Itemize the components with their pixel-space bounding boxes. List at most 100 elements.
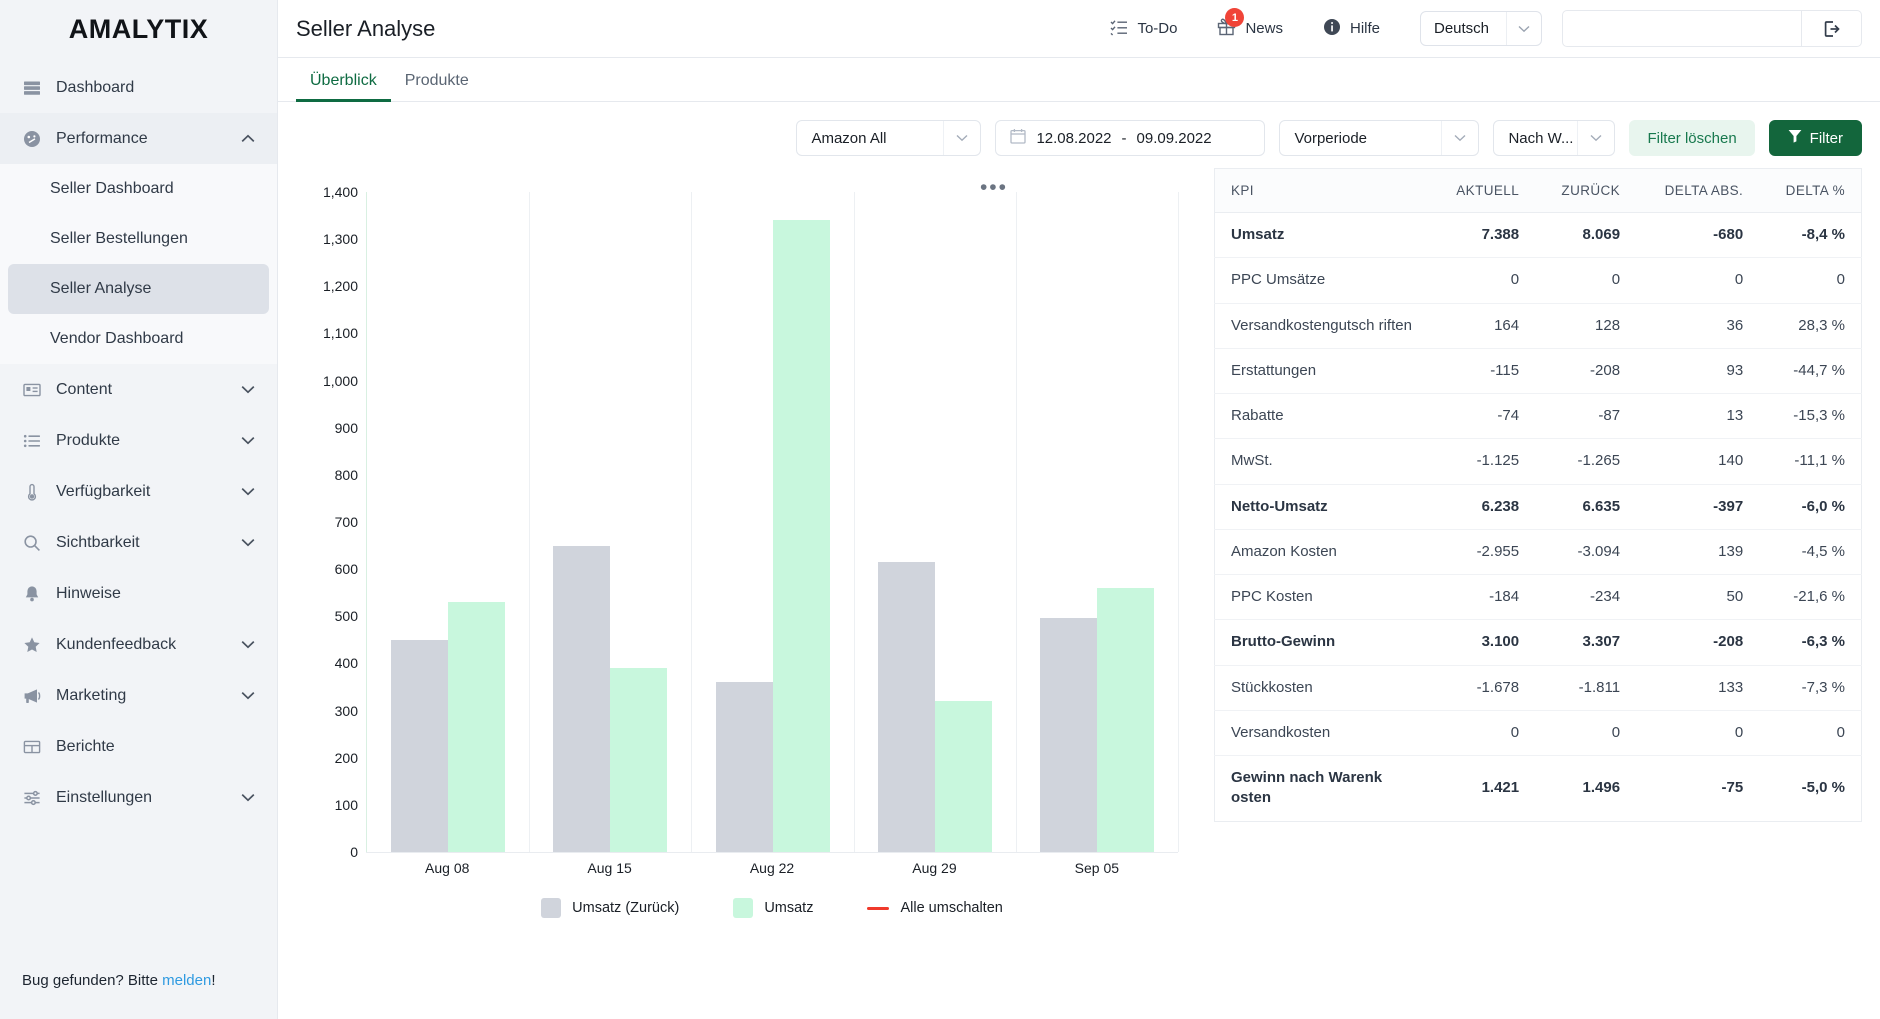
thermometer-icon: [22, 483, 42, 501]
sidebar-item-marketing[interactable]: Marketing: [0, 670, 277, 721]
table-row[interactable]: Amazon Kosten -2.955 -3.094 139 -4,5 %: [1214, 529, 1862, 576]
sidebar-item-berichte[interactable]: Berichte: [0, 721, 277, 772]
news-button[interactable]: 1 News: [1217, 8, 1283, 40]
legend-item[interactable]: Umsatz: [733, 898, 813, 918]
kpi-column-header[interactable]: ZURÜCK: [1535, 168, 1637, 213]
sidebar-item-dashboard[interactable]: Dashboard: [0, 62, 277, 113]
clear-filter-button[interactable]: Filter löschen: [1629, 120, 1755, 156]
kpi-name: PPC Kosten: [1214, 574, 1430, 621]
sidebar-item-seller-dashboard[interactable]: Seller Dashboard: [0, 164, 277, 214]
kpi-column-header[interactable]: DELTA %: [1759, 168, 1862, 213]
marketplace-select[interactable]: Amazon All: [796, 120, 982, 156]
bug-report-prefix: Bug gefunden? Bitte: [22, 972, 163, 989]
kpi-aktuell: -115: [1429, 348, 1536, 395]
sidebar-item-verf-gbarkeit[interactable]: Verfügbarkeit: [0, 466, 277, 517]
tab-label: Überblick: [310, 72, 377, 89]
table-row[interactable]: Stückkosten -1.678 -1.811 133 -7,3 %: [1214, 665, 1862, 711]
chevron-down-icon[interactable]: [241, 484, 255, 499]
kpi-delta-pct: 0: [1759, 710, 1862, 757]
logout-button[interactable]: [1802, 10, 1862, 47]
kpi-name: MwSt.: [1214, 438, 1430, 485]
contact-card-icon: [22, 381, 42, 399]
legend-label: Umsatz (Zurück): [572, 900, 680, 916]
chevron-down-icon[interactable]: [241, 637, 255, 652]
kpi-zurueck: 0: [1535, 710, 1637, 757]
language-select[interactable]: Deutsch: [1420, 11, 1542, 46]
chevron-down-icon[interactable]: [241, 382, 255, 397]
kpi-table: KPI AKTUELL ZURÜCK DELTA ABS. DELTA % Umsatz…: [1214, 168, 1862, 822]
info-icon: [1323, 18, 1341, 40]
kpi-delta-pct: -7,3 %: [1759, 665, 1862, 711]
bug-report-link[interactable]: melden: [162, 972, 211, 989]
sidebar-item-performance[interactable]: Performance: [0, 113, 277, 164]
sidebar-item-hinweise[interactable]: Hinweise: [0, 568, 277, 619]
sidebar-item-label: Produkte: [56, 431, 121, 449]
apply-filter-button[interactable]: Filter: [1768, 120, 1862, 156]
chevron-down-icon[interactable]: [241, 433, 255, 448]
table-row[interactable]: MwSt. -1.125 -1.265 140 -11,1 %: [1214, 438, 1862, 485]
kpi-name: Erstattungen: [1214, 348, 1430, 395]
table-row[interactable]: Versandkosten 0 0 0 0: [1214, 710, 1862, 757]
sidebar-item-produkte[interactable]: Produkte: [0, 415, 277, 466]
tab-produkte[interactable]: Produkte: [391, 72, 483, 101]
date-range-picker[interactable]: 12.08.2022 - 09.09.2022: [995, 120, 1266, 156]
sidebar-item-seller-bestellungen[interactable]: Seller Bestellungen: [0, 214, 277, 264]
compare-period-select[interactable]: Vorperiode: [1279, 120, 1480, 156]
sidebar-item-vendor-dashboard[interactable]: Vendor Dashboard: [0, 314, 277, 364]
x-axis-tick: Sep 05: [1074, 860, 1120, 876]
table-row[interactable]: Versandkostengutsch riften 164 128 36 28,3 %: [1214, 303, 1862, 349]
kpi-column-header[interactable]: DELTA ABS.: [1636, 168, 1760, 213]
chevron-down-icon[interactable]: [241, 688, 255, 703]
table-row[interactable]: Netto-Umsatz 6.238 6.635 -397 -6,0 %: [1214, 484, 1862, 530]
sidebar-item-einstellungen[interactable]: Einstellungen: [0, 772, 277, 823]
kpi-delta-pct: -21,6 %: [1759, 574, 1862, 621]
kpi-delta-pct: -44,7 %: [1759, 348, 1862, 395]
bar-umsatz[interactable]: [772, 220, 830, 852]
kpi-delta-abs: 93: [1636, 348, 1760, 395]
legend-swatch: [733, 898, 754, 918]
kpi-delta-abs: 139: [1636, 529, 1760, 576]
chevron-down-icon: [1506, 12, 1541, 45]
table-row[interactable]: PPC Kosten -184 -234 50 -21,6 %: [1214, 574, 1862, 621]
bar-umsatz-zurueck[interactable]: [715, 682, 773, 852]
news-badge: 1: [1225, 8, 1245, 27]
bar-umsatz-zurueck[interactable]: [391, 639, 449, 852]
table-row[interactable]: Umsatz 7.388 8.069 -680 -8,4 %: [1214, 212, 1862, 259]
tab--berblick[interactable]: Überblick: [296, 72, 391, 102]
sidebar-item-kundenfeedback[interactable]: Kundenfeedback: [0, 619, 277, 670]
kpi-column-header[interactable]: KPI: [1214, 168, 1430, 213]
legend-item[interactable]: Alle umschalten: [867, 900, 1003, 916]
table-row[interactable]: Brutto-Gewinn 3.100 3.307 -208 -6,3 %: [1214, 619, 1862, 666]
table-row[interactable]: Gewinn nach Warenk osten 1.421 1.496 -75 -5,…: [1215, 756, 1862, 822]
help-button[interactable]: Hilfe: [1323, 18, 1380, 40]
legend-item[interactable]: Umsatz (Zurück): [541, 898, 679, 918]
chevron-down-icon[interactable]: [241, 535, 255, 550]
y-axis-tick: 500: [334, 608, 358, 625]
bar-umsatz[interactable]: [610, 668, 668, 852]
legend-label: Umsatz: [764, 900, 814, 916]
table-row[interactable]: Rabatte -74 -87 13 -15,3 %: [1214, 393, 1862, 440]
sidebar-item-seller-analyse[interactable]: Seller Analyse: [8, 264, 269, 314]
main-area: Seller Analyse To-Do 1 News Hilfe Deutsc…: [278, 0, 1880, 1019]
bar-umsatz[interactable]: [934, 701, 992, 852]
kpi-delta-abs: 13: [1636, 393, 1760, 440]
sidebar-item-label: Content: [56, 380, 113, 398]
bar-umsatz-zurueck[interactable]: [1039, 617, 1097, 852]
sidebar-item-sichtbarkeit[interactable]: Sichtbarkeit: [0, 517, 277, 568]
bar-umsatz-zurueck[interactable]: [877, 562, 935, 852]
todo-label: To-Do: [1137, 20, 1178, 37]
todo-button[interactable]: To-Do: [1110, 18, 1177, 40]
sidebar-item-content[interactable]: Content: [0, 364, 277, 415]
kpi-aktuell: -74: [1429, 393, 1536, 440]
global-search-input[interactable]: [1562, 10, 1802, 47]
chevron-down-icon[interactable]: [241, 790, 255, 805]
table-row[interactable]: Erstattungen -115 -208 93 -44,7 %: [1214, 348, 1862, 395]
table-row[interactable]: PPC Umsätze 0 0 0 0: [1214, 257, 1862, 304]
help-label: Hilfe: [1349, 20, 1380, 37]
group-by-select[interactable]: Nach W...: [1493, 120, 1616, 156]
bar-umsatz[interactable]: [1096, 588, 1154, 852]
bar-umsatz[interactable]: [448, 602, 506, 852]
bar-umsatz-zurueck[interactable]: [553, 545, 611, 852]
chevron-up-icon[interactable]: [241, 131, 255, 146]
kpi-column-header[interactable]: AKTUELL: [1429, 168, 1536, 213]
